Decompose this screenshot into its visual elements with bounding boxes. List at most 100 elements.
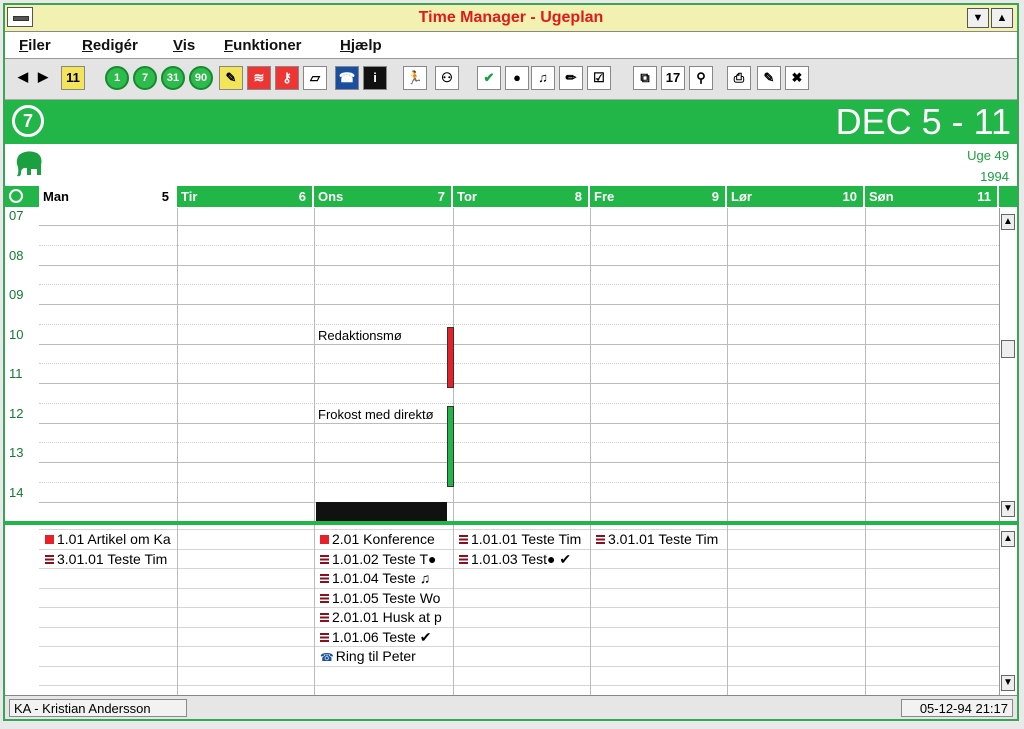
- selected-time-block[interactable]: [316, 502, 447, 521]
- task-marker-icon: [459, 554, 468, 564]
- minimize-button[interactable]: ▼: [967, 8, 989, 28]
- day-column-header[interactable]: Lør 10: [727, 186, 865, 207]
- task-row-line: [39, 685, 999, 686]
- search-icon[interactable]: ⚲: [689, 66, 713, 90]
- running-man-icon[interactable]: 🏃: [403, 66, 427, 90]
- task-item[interactable]: 1.01.04 Teste ♫: [320, 569, 451, 587]
- menu-hjaelp[interactable]: Hjælp: [340, 37, 382, 54]
- wireless-icon[interactable]: ≋: [247, 66, 271, 90]
- clock-icon[interactable]: [9, 189, 23, 203]
- menu-filer[interactable]: Filer: [19, 37, 51, 54]
- day-name: Lør: [731, 189, 752, 204]
- music-note-icon[interactable]: ♫: [531, 66, 555, 90]
- task-label: 2.01.01 Husk at p: [332, 609, 442, 625]
- day-column-header[interactable]: Søn 11: [865, 186, 999, 207]
- week-number: Uge 49: [967, 148, 1009, 163]
- scroll-up-icon[interactable]: ▲: [1001, 214, 1015, 230]
- maximize-button[interactable]: ▲: [991, 8, 1013, 28]
- next-arrow-icon[interactable]: ▶: [31, 66, 55, 90]
- info-icon[interactable]: i: [363, 66, 387, 90]
- task-list-area[interactable]: 1.01 Artikel om Ka 3.01.01 Teste Tim 2.01 …: [5, 525, 999, 695]
- day-column-header[interactable]: Man 5: [39, 186, 177, 207]
- quarter-view-icon[interactable]: 90: [189, 66, 213, 90]
- pencil-icon[interactable]: ✏: [559, 66, 583, 90]
- task-item[interactable]: 3.01.01 Teste Tim: [45, 550, 175, 568]
- menu-vis[interactable]: Vis: [173, 37, 195, 54]
- checkmark-icon[interactable]: ✔: [477, 66, 501, 90]
- delete-disabled-icon[interactable]: ✖: [785, 66, 809, 90]
- day-name: Tir: [181, 189, 198, 204]
- meeting-icon[interactable]: ⚇: [435, 66, 459, 90]
- day-view-icon[interactable]: 1: [105, 66, 129, 90]
- task-scrollbar[interactable]: ▲ ▼: [999, 525, 1016, 695]
- grid-line: [39, 442, 999, 444]
- eraser-icon[interactable]: ▱: [303, 66, 327, 90]
- task-item[interactable]: 1.01.06 Teste ✔: [320, 628, 451, 646]
- grid-line: [39, 402, 999, 404]
- edit-disabled-icon[interactable]: ✎: [757, 66, 781, 90]
- grid-line: [39, 244, 999, 246]
- notes-icon[interactable]: ✎: [219, 66, 243, 90]
- task-marker-icon: [320, 554, 329, 564]
- day-column-header[interactable]: Tor 8: [453, 186, 590, 207]
- task-item[interactable]: ☎ Ring til Peter: [320, 647, 451, 665]
- task-label: 1.01.05 Teste Wo: [332, 589, 441, 606]
- hour-label: 13: [9, 445, 24, 460]
- task-item[interactable]: 2.01 Konference: [320, 530, 451, 548]
- print-icon[interactable]: ⎙: [727, 66, 751, 90]
- date-range: DEC 5 - 11: [835, 101, 1011, 142]
- day-date: 6: [298, 189, 306, 204]
- week-banner: 7 DEC 5 - 11: [5, 100, 1017, 144]
- task-scroll-up-icon[interactable]: ▲: [1001, 531, 1015, 547]
- task-item[interactable]: 1.01.05 Teste Wo: [320, 589, 451, 607]
- appointment[interactable]: Frokost med direktø: [318, 407, 445, 422]
- scroll-thumb[interactable]: [1001, 340, 1015, 358]
- hour-label: 08: [9, 247, 24, 263]
- task-column-divider: [590, 525, 591, 695]
- hour-label: 12: [9, 405, 24, 421]
- task-label: Ring til Peter: [335, 648, 416, 664]
- menu-rediger[interactable]: Redigér: [82, 37, 138, 54]
- day-column-header[interactable]: Ons 7: [314, 186, 453, 207]
- grid-line: [39, 462, 999, 463]
- menu-funktioner[interactable]: Funktioner: [224, 37, 302, 54]
- hour-label: 11: [9, 366, 23, 381]
- day-name: Tor: [457, 189, 477, 204]
- day-date: 5: [161, 189, 169, 204]
- task-column-divider: [865, 525, 866, 695]
- task-marker-icon: [320, 593, 329, 603]
- schedule-scrollbar[interactable]: ▲ ▼: [999, 208, 1016, 521]
- task-item[interactable]: 3.01.01 Teste Tim: [596, 530, 725, 548]
- phone-icon[interactable]: ☎: [335, 66, 359, 90]
- week-view-icon[interactable]: 7: [133, 66, 157, 90]
- copy-icon[interactable]: ⧉: [633, 66, 657, 90]
- task-label: 1.01.06 Teste ✔: [332, 628, 432, 645]
- task-scroll-down-icon[interactable]: ▼: [1001, 675, 1015, 691]
- task-marker-icon: [320, 574, 329, 583]
- bullet-icon[interactable]: ●: [505, 66, 529, 90]
- key-icon[interactable]: ⚷: [275, 66, 299, 90]
- appointment-duration-bar[interactable]: [447, 405, 454, 487]
- task-marker-icon: [596, 535, 605, 544]
- task-label: 3.01.01 Teste Tim: [57, 550, 168, 567]
- checkbox-pencil-icon[interactable]: ☑: [587, 66, 611, 90]
- task-item[interactable]: 1.01.03 Test● ✔: [459, 550, 588, 568]
- day-header-row: Man 5 Tir 6 Ons 7 Tor 8 Fre 9 Lør 10 Søn 11: [5, 186, 1017, 207]
- task-label: 1.01.03 Test● ✔: [471, 550, 572, 567]
- task-item[interactable]: 2.01.01 Husk at p: [320, 608, 451, 626]
- calendar-icon[interactable]: 17: [661, 66, 685, 90]
- day-date: 10: [842, 189, 857, 204]
- appointment-duration-bar[interactable]: [447, 326, 454, 388]
- today-calendar-icon[interactable]: 11: [61, 66, 85, 90]
- task-item[interactable]: 1.01.02 Teste T●: [320, 550, 451, 568]
- task-item[interactable]: 1.01 Artikel om Ka: [45, 530, 175, 548]
- hour-label: 14: [9, 484, 24, 500]
- month-view-icon[interactable]: 31: [161, 66, 185, 90]
- task-row-line: [39, 665, 999, 667]
- schedule-grid[interactable]: 07 08 09 10 11 12 13 14 Redaktionsmø Frokost med …: [5, 208, 999, 521]
- day-column-header[interactable]: Fre 9: [590, 186, 727, 207]
- task-item[interactable]: 1.01.01 Teste Tim: [459, 530, 588, 548]
- day-column-header[interactable]: Tir 6: [177, 186, 314, 207]
- scroll-down-icon[interactable]: ▼: [1001, 501, 1015, 517]
- appointment[interactable]: Redaktionsmø: [318, 328, 445, 343]
